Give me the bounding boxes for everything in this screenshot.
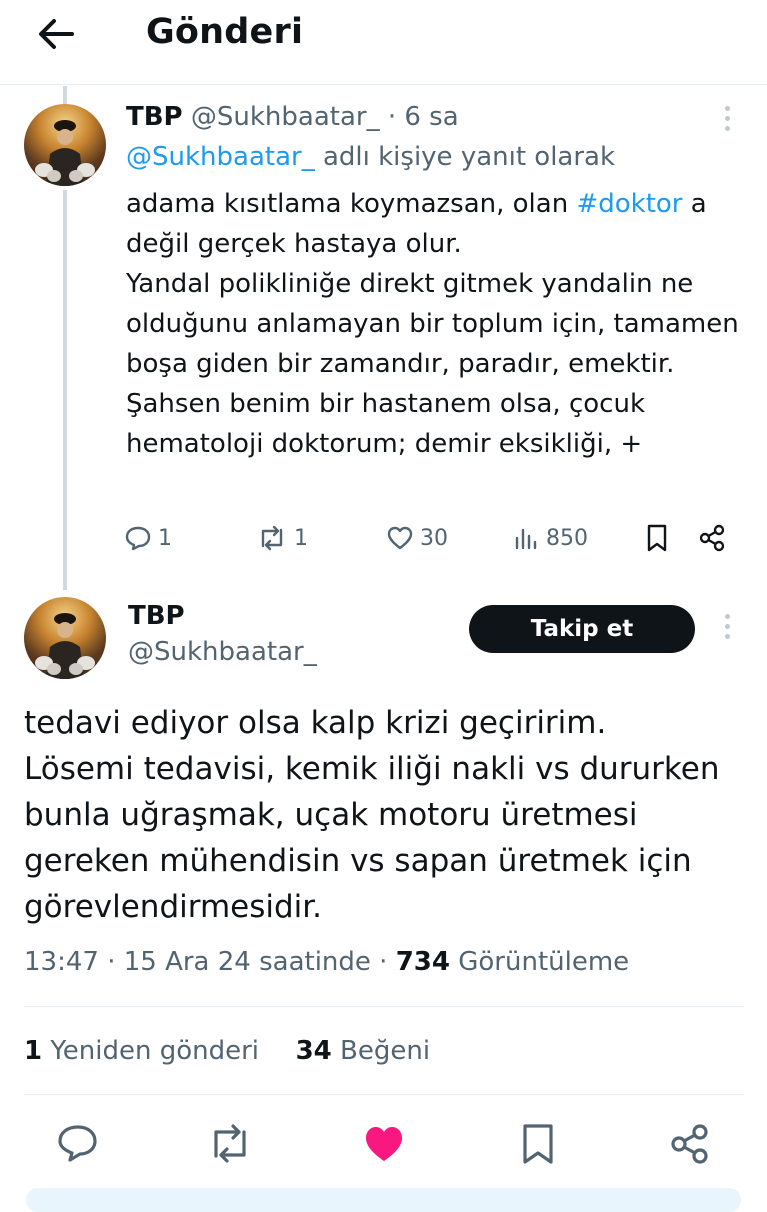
views-count: 734 (395, 947, 450, 977)
top-bar: Gönderi (0, 0, 767, 85)
thread-line (63, 190, 67, 590)
likes-label: Beğeni (331, 1036, 431, 1066)
divider (24, 1006, 744, 1007)
bookmark-button[interactable] (644, 520, 670, 556)
tweet-text-start: adama kısıtlama koymazsan, olan (126, 189, 577, 219)
likes-count: 34 (295, 1036, 332, 1066)
avatar[interactable] (24, 597, 106, 679)
reply-button[interactable]: 1 (124, 520, 172, 556)
reply-button[interactable] (56, 1122, 100, 1166)
tweet-timestamp[interactable]: 13:47 · 15 Ara 24 saatinde · (24, 947, 396, 977)
share-icon (699, 524, 725, 552)
user-handle[interactable]: @Sukhbaatar_ (128, 637, 317, 667)
tweet-meta: 13:47 · 15 Ara 24 saatinde · 734 Görüntü… (24, 947, 629, 977)
reposts-count: 1 (24, 1036, 43, 1066)
like-count: 30 (420, 525, 448, 551)
reply-tweet-text: adama kısıtlama koymazsan, olan #doktor … (126, 184, 741, 464)
back-button[interactable] (36, 14, 76, 54)
user-handle[interactable]: @Sukhbaatar_ (191, 102, 380, 132)
reply-tweet-author: TBP @Sukhbaatar_ · 6 sa (126, 102, 459, 132)
main-tweet-text: tedavi ediyor olsa kalp krizi geçiririm.… (24, 705, 720, 925)
follow-button[interactable]: Takip et (469, 605, 695, 653)
bookmark-icon (647, 524, 667, 552)
display-name[interactable]: TBP (128, 601, 185, 631)
more-vertical-icon (724, 106, 730, 111)
divider (24, 1094, 744, 1095)
reposts-stat[interactable]: 1 Yeniden gönderi (24, 1036, 259, 1066)
thread-line-top (63, 86, 67, 104)
views-button[interactable]: 850 (514, 520, 588, 556)
heart-icon (366, 1127, 402, 1161)
like-button[interactable]: 30 (386, 520, 448, 556)
tweet-text-rest: a değil gerçek hastaya olur. Yandal poli… (126, 189, 739, 459)
bookmark-icon (523, 1124, 553, 1164)
engagement-stats: 1 Yeniden gönderi 34 Beğeni (24, 1036, 430, 1066)
reply-context: @Sukhbaatar_ adlı kişiye yanıt olarak (126, 142, 615, 172)
display-name[interactable]: TBP (126, 102, 183, 132)
repost-count: 1 (294, 525, 308, 551)
more-options-button[interactable] (722, 614, 732, 648)
reply-count: 1 (158, 525, 172, 551)
bar-chart-icon (515, 528, 537, 550)
bookmark-button[interactable] (516, 1122, 560, 1166)
reply-to-link[interactable]: @Sukhbaatar_ (126, 142, 315, 172)
share-icon (671, 1124, 708, 1164)
views-count: 850 (546, 525, 588, 551)
avatar-image (35, 613, 95, 679)
repost-button[interactable] (207, 1122, 251, 1166)
hashtag-link[interactable]: #doktor (576, 189, 682, 219)
repost-icon (261, 525, 283, 551)
arrow-left-icon (39, 19, 74, 49)
like-button[interactable] (362, 1122, 406, 1166)
more-vertical-icon (724, 614, 730, 619)
avatar-image (35, 120, 95, 186)
share-button[interactable] (697, 520, 727, 556)
repost-icon (214, 1124, 246, 1163)
likes-stat[interactable]: 34 Beğeni (296, 1036, 431, 1066)
share-button[interactable] (668, 1122, 712, 1166)
more-options-button[interactable] (722, 106, 732, 140)
repost-button[interactable]: 1 (256, 520, 308, 556)
tweet-time: · 6 sa (387, 102, 459, 132)
comment-icon (58, 1125, 97, 1162)
reposts-label: Yeniden gönderi (42, 1036, 260, 1066)
reply-composer-hint[interactable] (26, 1188, 741, 1212)
reply-to-label: adlı kişiye yanıt olarak (314, 142, 616, 172)
views-label: Görüntüleme (449, 947, 630, 977)
heart-icon (387, 526, 413, 550)
comment-icon (125, 526, 151, 551)
avatar[interactable] (24, 104, 106, 186)
page-title: Gönderi (146, 12, 304, 52)
